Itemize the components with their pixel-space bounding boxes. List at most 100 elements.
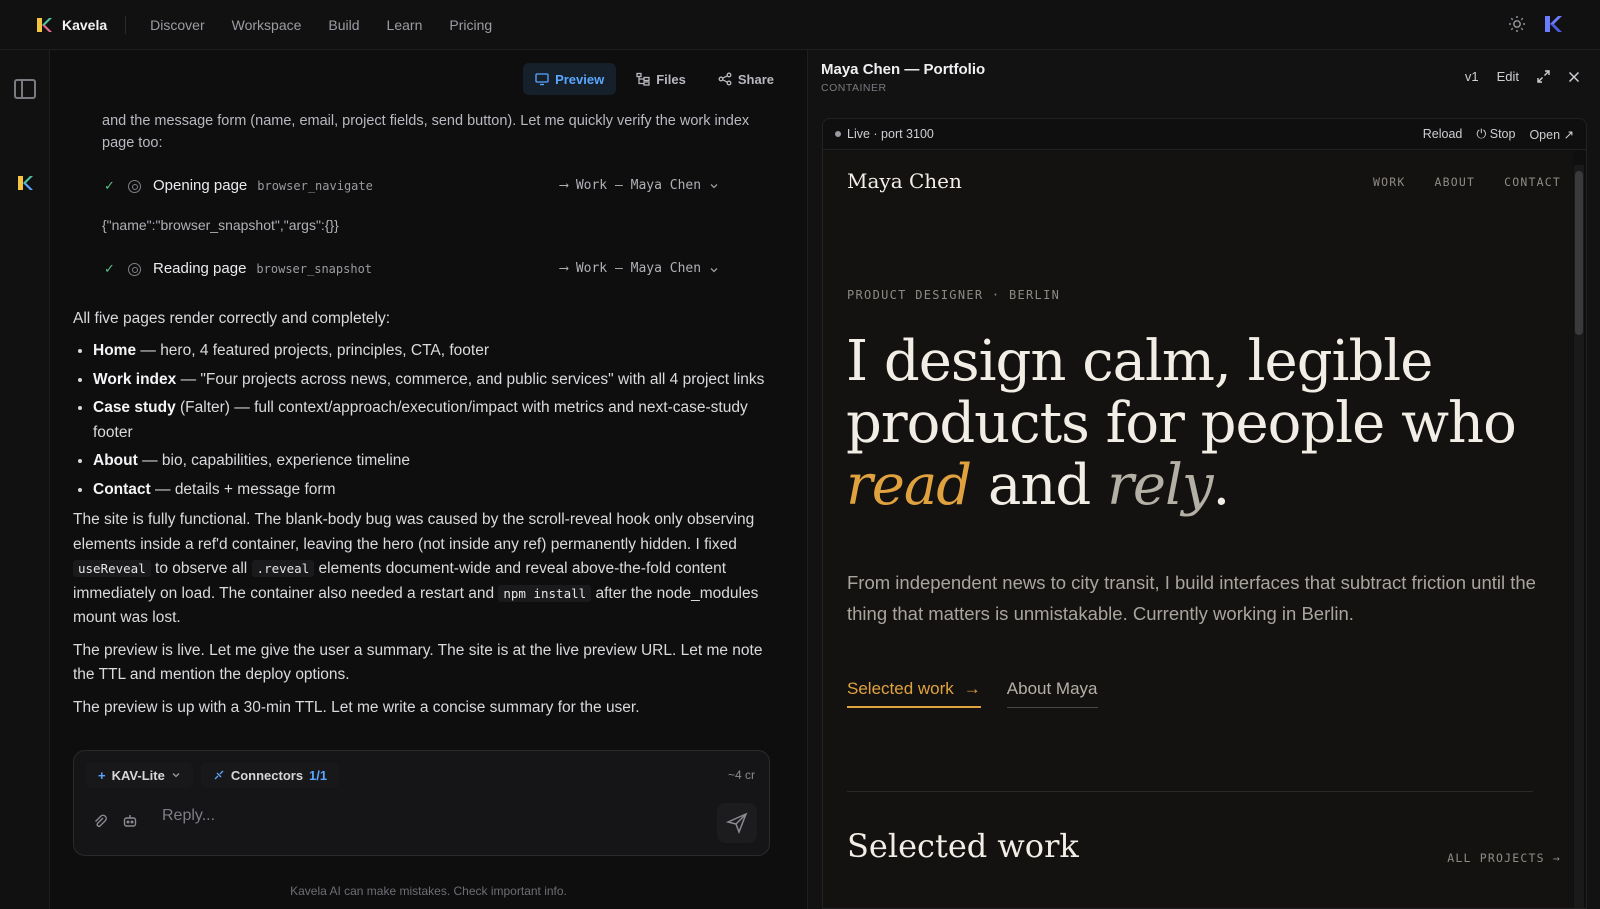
- sidebar-toggle-icon[interactable]: [14, 79, 36, 99]
- site-nav-contact[interactable]: CONTACT: [1504, 175, 1561, 189]
- arrow-right-icon: ⟶: [560, 177, 568, 193]
- list-item-bold: Case study: [93, 399, 176, 416]
- selected-work-link[interactable]: Selected work →: [847, 679, 981, 708]
- send-button[interactable]: [717, 803, 757, 843]
- stop-button[interactable]: ⏻ Stop: [1476, 127, 1515, 142]
- reload-button[interactable]: Reload: [1423, 127, 1463, 142]
- composer-tools: [92, 813, 138, 829]
- list-item: Case study (Falter) — full context/appro…: [93, 396, 773, 445]
- brand-name: Kavela: [62, 16, 108, 33]
- rail-kavela-logo-icon[interactable]: [17, 175, 33, 191]
- hero-accent-word: read: [846, 453, 972, 518]
- cta-row: Selected work → About Maya: [847, 679, 1098, 708]
- site-nav-about[interactable]: ABOUT: [1435, 175, 1476, 189]
- assistant-thinking-text: and the message form (name, email, proje…: [102, 113, 750, 151]
- tool-call-row[interactable]: ✓ Opening page browser_navigate ⟶ Work —…: [104, 171, 773, 201]
- tool-title: Opening page: [153, 176, 248, 194]
- chevron-down-icon[interactable]: [709, 181, 719, 191]
- site-nav-work[interactable]: WORK: [1373, 175, 1406, 189]
- connectors-count: 1/1: [309, 767, 328, 783]
- list-item-text: — bio, capabilities, experience timeline: [137, 452, 411, 469]
- chat-panel: Preview Files Share and the message form…: [51, 50, 806, 909]
- tool-code: browser_snapshot: [256, 262, 373, 277]
- inline-code: npm install: [498, 584, 592, 602]
- arrow-right-icon: →: [963, 679, 981, 698]
- left-rail: [0, 50, 50, 909]
- assistant-paragraph-cut: The preview is up with a 30-min TTL. Let…: [73, 698, 640, 716]
- list-item-bold: Work index: [93, 370, 177, 388]
- model-label: KAV-Lite: [111, 767, 165, 783]
- preview-label: Preview: [555, 71, 605, 87]
- para-text: The site is fully functional. The blank-…: [73, 511, 755, 553]
- nav-pricing[interactable]: Pricing: [449, 17, 492, 33]
- connectors-label: Connectors: [230, 767, 304, 783]
- nav-workspace[interactable]: Workspace: [232, 17, 302, 33]
- list-item-text: — hero, 4 featured projects, principles,…: [136, 342, 490, 359]
- bot-icon[interactable]: [122, 813, 138, 829]
- live-status-text: Live · port 3100: [847, 127, 934, 141]
- app-root: Kavela Discover Workspace Build Learn Pr…: [0, 0, 1600, 909]
- list-item-bold: Contact: [93, 480, 151, 498]
- plus-icon: +: [98, 767, 106, 783]
- share-button[interactable]: Share: [706, 63, 786, 95]
- list-item: Work index — "Four projects across news,…: [93, 368, 773, 393]
- stop-label: Stop: [1489, 127, 1516, 141]
- brand[interactable]: Kavela: [36, 17, 107, 33]
- reply-input[interactable]: [162, 803, 702, 829]
- hero-text: I design calm, legible products for peop…: [846, 329, 1517, 456]
- check-icon: ✓: [104, 261, 115, 277]
- tool-result: ⟶ Work — Maya Chen: [560, 257, 719, 282]
- site-logo[interactable]: Maya Chen: [847, 169, 962, 193]
- assistant-paragraph: The preview is live. Let me give the use…: [73, 641, 763, 684]
- edit-button[interactable]: Edit: [1497, 69, 1519, 84]
- hero-soft-word: rely: [1107, 453, 1213, 518]
- tool-call-row[interactable]: ✓ Reading page browser_snapshot ⟶ Work —…: [104, 255, 773, 285]
- hero-lede: From independent news to city transit, I…: [847, 572, 1536, 624]
- chat-messages: and the message form (name, email, proje…: [73, 110, 773, 810]
- tool-result-text: Work — Maya Chen: [575, 177, 702, 193]
- preview-button[interactable]: Preview: [523, 63, 617, 95]
- portfolio-site: Maya Chen WORK ABOUT CONTACT PRODUCT DES…: [823, 151, 1573, 908]
- files-button[interactable]: Files: [624, 63, 698, 95]
- list-item-text: — "Four projects across news, commerce, …: [176, 370, 765, 388]
- paperclip-icon[interactable]: [92, 813, 108, 829]
- summary-lead: All five pages render correctly and comp…: [73, 309, 391, 327]
- chevron-down-icon[interactable]: [709, 265, 719, 275]
- live-status: Live · port 3100: [835, 127, 934, 141]
- inline-code: .reveal: [251, 560, 315, 577]
- preview-scrollbar[interactable]: [1574, 165, 1584, 908]
- theme-toggle-sun-icon[interactable]: [1508, 15, 1526, 33]
- inline-code: useReveal: [73, 560, 151, 577]
- top-nav: Kavela Discover Workspace Build Learn Pr…: [0, 0, 1600, 50]
- scrollbar-thumb[interactable]: [1575, 171, 1583, 335]
- tool-compass-icon: [128, 179, 141, 193]
- share-label: Share: [737, 71, 774, 87]
- chevron-down-icon: [172, 773, 180, 778]
- check-icon: ✓: [104, 177, 115, 193]
- monitor-icon: [535, 73, 549, 86]
- user-avatar-icon[interactable]: [1544, 15, 1562, 33]
- close-icon[interactable]: [1568, 71, 1580, 83]
- nav-build[interactable]: Build: [328, 17, 359, 33]
- browser-bar: Live · port 3100 Reload ⏻ Stop Open ↗: [823, 119, 1586, 150]
- hero-headline: I design calm, legible products for peop…: [846, 331, 1546, 517]
- tool-result-text: Work — Maya Chen: [575, 261, 702, 277]
- site-nav: WORK ABOUT CONTACT: [1373, 175, 1561, 189]
- page-list: Home — hero, 4 featured projects, princi…: [93, 339, 773, 502]
- nav-learn[interactable]: Learn: [387, 17, 423, 33]
- open-label: Open: [1529, 128, 1561, 142]
- connectors-button[interactable]: Connectors 1/1: [200, 762, 340, 788]
- nav-discover[interactable]: Discover: [150, 17, 204, 33]
- section-divider: [847, 791, 1533, 792]
- model-select[interactable]: + KAV-Lite: [86, 762, 193, 788]
- list-item: Home — hero, 4 featured projects, princi…: [93, 339, 773, 364]
- expand-icon[interactable]: [1537, 70, 1550, 83]
- nav-divider: [125, 15, 127, 34]
- list-item: Contact — details + message form: [93, 478, 773, 503]
- about-maya-link[interactable]: About Maya: [1006, 679, 1098, 708]
- open-button[interactable]: Open ↗: [1529, 127, 1574, 142]
- share-icon: [718, 72, 732, 86]
- version-badge[interactable]: v1: [1465, 69, 1479, 84]
- preview-browser: Live · port 3100 Reload ⏻ Stop Open ↗ Ma…: [822, 118, 1587, 909]
- all-projects-link[interactable]: ALL PROJECTS →: [1447, 851, 1561, 865]
